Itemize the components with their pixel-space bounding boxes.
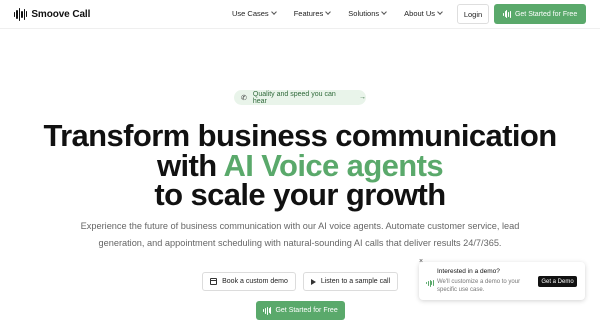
sound-wave-icon [502,10,511,18]
main-menu: Use Cases Features Solutions About Us [232,9,460,18]
book-demo-label: Book a custom demo [222,278,288,285]
arrow-right-icon: → [359,94,366,101]
chevron-down-icon [381,9,387,15]
nav-divider [0,28,600,29]
logo[interactable]: Smoove Call [14,7,90,21]
chevron-down-icon [270,9,277,15]
subtext-line-1: Experience the future of business commun… [80,221,520,231]
get-started-button-nav[interactable]: Get Started for Free [494,4,586,24]
chevron-down-icon [325,9,332,15]
tagline-pill[interactable]: ✆ Quality and speed you can hear → [234,90,366,105]
get-demo-button[interactable]: Get a Demo [538,276,577,287]
menu-item-solutions[interactable]: Solutions [348,9,387,18]
login-button[interactable]: Login [457,4,489,24]
close-icon[interactable]: × [417,258,425,266]
play-icon [310,278,316,285]
book-demo-button[interactable]: Book a custom demo [202,272,296,291]
top-nav: Smoove Call Use Cases Features Solutions… [0,0,600,28]
headline-line-3: to scale your growth [154,177,446,212]
sound-wave-icon [426,279,435,287]
subtext-line-2: generation, and appointment scheduling w… [98,238,502,248]
listen-sample-label: Listen to a sample call [320,278,391,285]
sound-wave-logo-icon [14,7,28,21]
menu-item-label: Features [293,9,324,18]
get-started-label: Get Started for Free [514,10,578,18]
demo-popup: × Interested in a demo? We'll customize … [419,258,585,300]
sound-wave-icon [263,306,272,315]
headline-line-1: Transform business communication [43,118,557,153]
calendar-icon [210,278,218,285]
menu-item-features[interactable]: Features [293,9,332,18]
menu-item-label: Solutions [348,9,380,18]
menu-item-use-cases[interactable]: Use Cases [232,9,277,18]
menu-item-about-us[interactable]: About Us [404,9,443,18]
tagline-label: Quality and speed you can hear [252,90,336,105]
listen-sample-button[interactable]: Listen to a sample call [303,272,398,291]
brand-name: Smoove Call [31,8,91,20]
chevron-down-icon [437,9,443,15]
phone-icon: ✆ [241,94,247,102]
get-started-label: Get Started for Free [275,307,338,314]
get-started-button-hero[interactable]: Get Started for Free [256,301,345,320]
popup-title: Interested in a demo? [437,268,500,275]
menu-item-label: Use Cases [232,9,269,18]
menu-item-label: About Us [404,9,436,18]
popup-body: We'll customize a demo to your specific … [437,279,521,293]
